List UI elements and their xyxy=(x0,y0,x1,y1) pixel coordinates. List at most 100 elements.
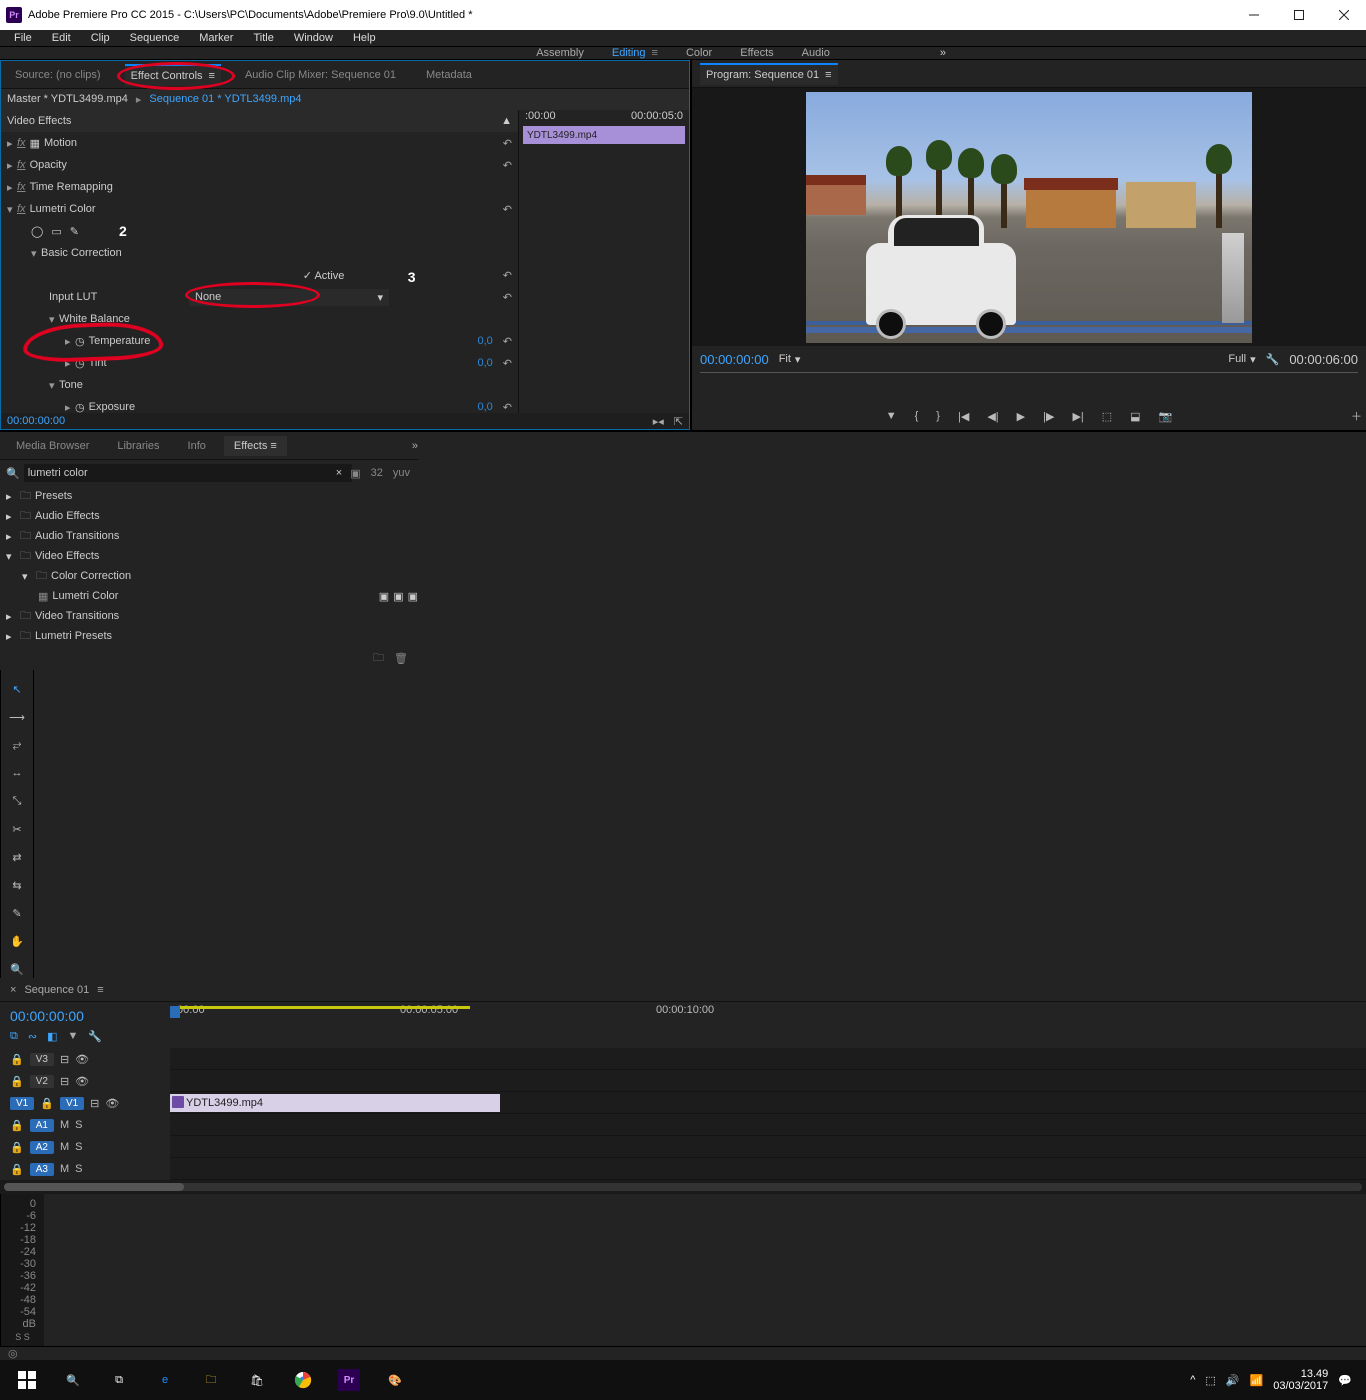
reset-icon[interactable]: ↶ xyxy=(503,203,512,216)
tab-effect-controls[interactable]: Effect Controls ≡ xyxy=(125,64,221,86)
loop-icon[interactable]: ▸◂ xyxy=(653,415,664,428)
stopwatch-icon[interactable]: ◷ xyxy=(75,335,85,348)
markers-icon[interactable]: ◧ xyxy=(47,1030,57,1043)
temperature-row[interactable]: ▸◷Temperature0,0↶ xyxy=(1,330,518,352)
chrome-icon[interactable] xyxy=(280,1360,326,1400)
clear-search-icon[interactable]: × xyxy=(336,467,342,479)
sync-lock-icon[interactable]: ⊟ xyxy=(60,1053,69,1066)
export-icon[interactable]: ⇱ xyxy=(674,415,683,428)
yuv-badge-icon[interactable]: yuv xyxy=(391,465,412,481)
exposure-row[interactable]: ▸◷Exposure0,0↶ xyxy=(1,396,518,413)
ellipse-mask-icon[interactable]: ◯ xyxy=(31,225,43,238)
rect-mask-icon[interactable]: ▭ xyxy=(51,225,61,238)
menu-file[interactable]: File xyxy=(6,30,40,46)
extract-icon[interactable]: ⬓ xyxy=(1130,410,1140,423)
razor-tool-icon[interactable]: ✂ xyxy=(7,820,27,838)
export-frame-icon[interactable]: 📷 xyxy=(1159,410,1173,423)
lock-icon[interactable]: 🔒 xyxy=(10,1119,24,1132)
stopwatch-icon[interactable]: ◷ xyxy=(75,401,85,414)
timeline-clip[interactable]: YDTL3499.mp4 xyxy=(170,1094,500,1112)
pen-tool-icon[interactable]: ✎ xyxy=(7,904,27,922)
out-point-icon[interactable]: } xyxy=(936,410,940,422)
goto-out-icon[interactable]: ▶| xyxy=(1072,410,1083,423)
tab-program[interactable]: Program: Sequence 01 ≡ xyxy=(700,63,838,85)
resolution-dropdown[interactable]: Full▾ xyxy=(1228,353,1255,366)
checkmark-icon[interactable]: ✓ xyxy=(303,270,312,282)
window-minimize-button[interactable] xyxy=(1231,0,1276,30)
track-a1-header[interactable]: 🔒A1MS xyxy=(0,1114,170,1136)
wifi-icon[interactable]: 📶 xyxy=(1250,1374,1264,1387)
eye-icon[interactable]: 👁 xyxy=(75,1075,89,1088)
task-view-icon[interactable]: ⧉ xyxy=(96,1360,142,1400)
track-a2-header[interactable]: 🔒A2MS xyxy=(0,1136,170,1158)
step-forward-icon[interactable]: |▶ xyxy=(1043,410,1054,423)
effect-opacity[interactable]: ▸fxOpacity↶ xyxy=(1,154,518,176)
speaker-icon[interactable]: 🔊 xyxy=(1226,1374,1240,1387)
reset-icon[interactable]: ↶ xyxy=(503,291,512,304)
white-balance-row[interactable]: ▾White Balance xyxy=(1,308,518,330)
slide-tool-icon[interactable]: ⇆ xyxy=(7,876,27,894)
panel-menu-icon[interactable]: ≡ xyxy=(825,69,831,81)
marker-icon[interactable]: ▼ xyxy=(886,410,897,422)
menu-help[interactable]: Help xyxy=(345,30,384,46)
active-checkbox-row[interactable]: ✓ Active 3 ↶ xyxy=(1,264,518,286)
workspace-overflow-button[interactable]: » xyxy=(940,47,946,59)
track-v1-header[interactable]: V1🔒V1⊟👁 xyxy=(0,1092,170,1114)
rate-stretch-tool-icon[interactable]: ⤡ xyxy=(7,792,27,810)
tree-lumetri-color[interactable]: ▦Lumetri Color▣▣▣ xyxy=(0,586,418,606)
lock-icon[interactable]: 🔒 xyxy=(10,1141,24,1154)
menu-window[interactable]: Window xyxy=(286,30,341,46)
effects-search-input[interactable] xyxy=(24,464,352,482)
cc-icon[interactable]: ◎ xyxy=(8,1347,18,1360)
reset-icon[interactable]: ↶ xyxy=(503,401,512,414)
window-close-button[interactable] xyxy=(1321,0,1366,30)
menu-title[interactable]: Title xyxy=(245,30,281,46)
rolling-edit-tool-icon[interactable]: ↔ xyxy=(7,764,27,782)
add-marker-icon[interactable]: ▼ xyxy=(67,1030,78,1043)
tint-row[interactable]: ▸◷Tint0,0↶ xyxy=(1,352,518,374)
track-a3-header[interactable]: 🔒A3MS xyxy=(0,1158,170,1180)
cortana-search-icon[interactable]: 🔍 xyxy=(50,1360,96,1400)
up-arrow-icon[interactable]: ▲ xyxy=(501,115,518,127)
step-back-icon[interactable]: ◀| xyxy=(987,410,998,423)
tab-media-browser[interactable]: Media Browser xyxy=(6,436,99,456)
hand-tool-icon[interactable]: ✋ xyxy=(7,932,27,950)
track-select-tool-icon[interactable]: ⟶ xyxy=(7,708,27,726)
premiere-taskbar-icon[interactable]: Pr xyxy=(326,1360,372,1400)
tab-metadata[interactable]: Metadata xyxy=(420,65,478,85)
zoom-fit-dropdown[interactable]: Fit▾ xyxy=(779,353,801,366)
timeline-zoom-scroll[interactable] xyxy=(0,1180,1366,1194)
effect-time-remapping[interactable]: ▸fxTime Remapping xyxy=(1,176,518,198)
reset-icon[interactable]: ↶ xyxy=(503,137,512,150)
tab-libraries[interactable]: Libraries xyxy=(107,436,169,456)
tab-audio-clip-mixer[interactable]: Audio Clip Mixer: Sequence 01 xyxy=(239,65,402,85)
tree-presets[interactable]: ▸🗀Presets xyxy=(0,486,418,506)
file-explorer-icon[interactable]: 🗀 xyxy=(188,1360,234,1400)
32bit-badge-icon[interactable]: 32 xyxy=(369,465,385,481)
ripple-edit-tool-icon[interactable]: ⥂ xyxy=(7,736,27,754)
tree-lumetri-presets[interactable]: ▸🗀Lumetri Presets xyxy=(0,626,418,646)
basic-correction-row[interactable]: ▾Basic Correction xyxy=(1,242,518,264)
zoom-tool-icon[interactable]: 🔍 xyxy=(7,960,27,978)
tray-chevron-icon[interactable]: ^ xyxy=(1190,1374,1195,1386)
tree-audio-transitions[interactable]: ▸🗀Audio Transitions xyxy=(0,526,418,546)
temperature-value[interactable]: 0,0 xyxy=(477,335,502,347)
workspace-editing[interactable]: Editing≡ xyxy=(612,47,658,59)
settings-icon[interactable]: 🔧 xyxy=(88,1030,102,1043)
menu-sequence[interactable]: Sequence xyxy=(122,30,188,46)
work-area-bar[interactable] xyxy=(170,1006,470,1009)
track-v3-header[interactable]: 🔒V3⊟👁 xyxy=(0,1048,170,1070)
timeline-tab[interactable]: Sequence 01 xyxy=(24,984,89,996)
workspace-effects[interactable]: Effects xyxy=(740,47,773,59)
program-viewport[interactable] xyxy=(692,88,1366,346)
panel-menu-icon[interactable]: ≡ xyxy=(270,440,276,452)
panel-menu-icon[interactable]: ≡ xyxy=(97,984,103,996)
master-clip-label[interactable]: Master * YDTL3499.mp4 xyxy=(7,93,128,106)
exposure-value[interactable]: 0,0 xyxy=(477,401,502,413)
eye-icon[interactable]: 👁 xyxy=(105,1097,119,1110)
program-tc-left[interactable]: 00:00:00:00 xyxy=(700,352,769,367)
workspace-color[interactable]: Color xyxy=(686,47,712,59)
lock-icon[interactable]: 🔒 xyxy=(10,1075,24,1088)
snap-icon[interactable]: ⧉ xyxy=(10,1030,18,1043)
new-bin-icon[interactable]: 🗀 xyxy=(373,649,384,668)
